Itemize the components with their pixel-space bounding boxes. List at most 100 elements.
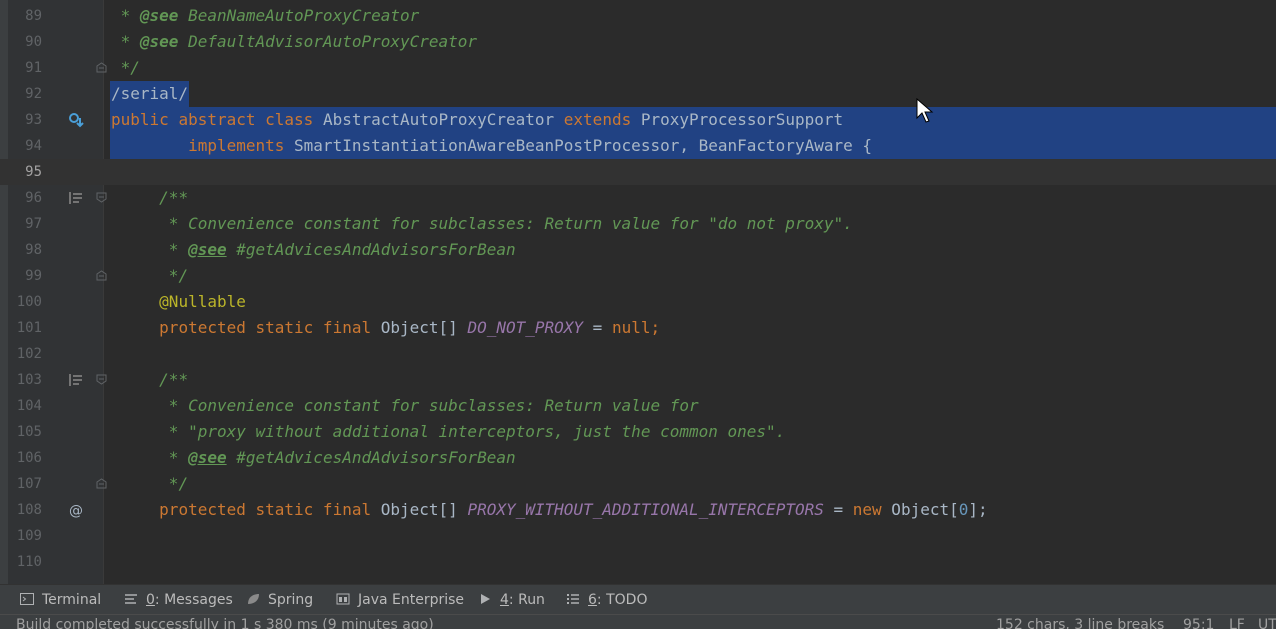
line-code: * @see #getAdvicesAndAdvisorsForBean — [111, 237, 516, 263]
line-number: 102 — [16, 346, 42, 362]
doc-tag: @see — [188, 448, 227, 467]
keyword: protected static final — [159, 500, 372, 519]
spring-tab[interactable]: Spring — [246, 585, 313, 615]
line-separator[interactable]: LF — [1229, 615, 1245, 629]
tab-label: Terminal — [42, 592, 102, 608]
line-number: 109 — [16, 528, 42, 544]
annotation: @Nullable — [159, 292, 246, 311]
line-number: 101 — [16, 320, 42, 336]
field-name: DO_NOT_PROXY — [467, 318, 584, 337]
line-code: public abstract class AbstractAutoProxyC… — [111, 107, 843, 133]
number-literal: 0 — [958, 500, 969, 519]
line-number: 97 — [25, 216, 42, 232]
code-line[interactable]: 101 protected static final Object[] DO_N… — [0, 315, 1276, 341]
status-bar: Build completed successfully in 1 s 380 … — [0, 614, 1276, 629]
code-editor[interactable]: 89 * @see BeanNameAutoProxyCreator 90 * … — [0, 0, 1276, 584]
java-enterprise-tab[interactable]: Java Enterprise — [336, 585, 464, 615]
todo-icon — [567, 594, 579, 604]
render-doc-icon[interactable] — [68, 190, 84, 206]
field-name: PROXY_WITHOUT_ADDITIONAL_INTERCEPTORS — [467, 500, 824, 519]
keyword: implements — [188, 136, 285, 155]
svg-text:@: @ — [69, 503, 83, 518]
line-number: 104 — [16, 398, 42, 414]
code-line[interactable]: 94 implements SmartInstantiationAwareBea… — [0, 133, 1276, 159]
line-code: * @see DefaultAdvisorAutoProxyCreator — [111, 29, 477, 55]
code-line[interactable]: 100 @Nullable — [0, 289, 1276, 315]
doc-text: * — [159, 448, 189, 467]
doc-tag: @see — [139, 32, 179, 51]
line-code: */ — [111, 471, 188, 497]
doc-text: * Convenience constant for subclasses: R… — [159, 214, 853, 233]
fold-start-icon[interactable] — [96, 374, 107, 385]
code-line[interactable]: 92 /serial/ — [0, 81, 1276, 107]
tab-label: : Messages — [154, 592, 233, 608]
line-number: 107 — [16, 476, 42, 492]
navigate-subclasses-icon[interactable] — [68, 112, 84, 128]
doc-text: * Convenience constant for subclasses: R… — [159, 396, 699, 415]
code-line[interactable]: 103 /** — [0, 367, 1276, 393]
run-tab[interactable]: 4: Run — [478, 585, 545, 615]
keyword: abstract — [178, 110, 256, 129]
class-name: AbstractAutoProxyCreator — [322, 110, 555, 129]
line-code: implements SmartInstantiationAwareBeanPo… — [111, 133, 872, 159]
code-line[interactable]: 109 — [0, 523, 1276, 549]
code-line[interactable]: 104 * Convenience constant for subclasse… — [0, 393, 1276, 419]
messages-tab[interactable]: 0: Messages — [124, 585, 233, 615]
doc-text: /** — [159, 188, 189, 207]
tool-window-bar: Terminal 0: Messages Spring Java Enterpr… — [0, 584, 1276, 615]
code-line[interactable]: 108 @ protected static final Object[] PR… — [0, 497, 1276, 523]
code-line[interactable]: 105 * "proxy without additional intercep… — [0, 419, 1276, 445]
at-sign-icon[interactable]: @ — [68, 502, 84, 518]
todo-tab[interactable]: 6: TODO — [566, 585, 647, 615]
doc-text: #getAdvicesAndAdvisorsForBean — [226, 240, 516, 259]
doc-tag: @see — [188, 240, 227, 259]
code-line[interactable]: 98 * @see #getAdvicesAndAdvisorsForBean — [0, 237, 1276, 263]
line-number: 92 — [25, 86, 42, 102]
code-line[interactable]: 110 — [0, 549, 1276, 575]
doc-text: DefaultAdvisorAutoProxyCreator — [178, 32, 478, 51]
code-line[interactable]: 93 public abstract class AbstractAutoPro… — [0, 107, 1276, 133]
code-line[interactable]: 107 */ — [0, 471, 1276, 497]
spring-leaf-icon — [248, 594, 259, 604]
code-line[interactable]: 106 * @see #getAdvicesAndAdvisorsForBean — [0, 445, 1276, 471]
status-message[interactable]: Build completed successfully in 1 s 380 … — [16, 615, 434, 629]
tab-shortcut: 6 — [588, 592, 597, 608]
code-line[interactable]: 90 * @see DefaultAdvisorAutoProxyCreator — [0, 29, 1276, 55]
render-doc-icon[interactable] — [68, 372, 84, 388]
run-icon — [481, 594, 490, 604]
line-number: 90 — [25, 34, 42, 50]
code-line[interactable]: 89 * @see BeanNameAutoProxyCreator — [0, 3, 1276, 29]
line-code: * Convenience constant for subclasses: R… — [111, 393, 699, 419]
fold-end-icon[interactable] — [96, 62, 107, 73]
tab-shortcut: 4 — [500, 592, 509, 608]
selection-info: 152 chars, 3 line breaks — [996, 617, 1165, 629]
fold-start-icon[interactable] — [96, 192, 107, 203]
line-number: 93 — [25, 112, 42, 128]
class-name: ProxyProcessorSupport — [640, 110, 844, 129]
doc-text: * "proxy without additional interceptors… — [159, 422, 786, 441]
keyword: extends — [563, 110, 632, 129]
code-line[interactable]: 91 */ — [0, 55, 1276, 81]
code-line-current[interactable]: 95 — [0, 159, 1276, 185]
line-code: * @see BeanNameAutoProxyCreator — [111, 3, 420, 29]
code-line[interactable]: 96 /** — [0, 185, 1276, 211]
terminal-tab[interactable]: Terminal — [20, 585, 101, 615]
line-number: 89 — [25, 8, 42, 24]
code-line[interactable]: 97 * Convenience constant for subclasses… — [0, 211, 1276, 237]
code-line[interactable]: 99 */ — [0, 263, 1276, 289]
doc-text: * — [111, 32, 140, 51]
file-encoding[interactable]: UT — [1258, 615, 1276, 629]
java-enterprise-icon — [336, 593, 350, 605]
fold-end-icon[interactable] — [96, 478, 107, 489]
line-code: * @see #getAdvicesAndAdvisorsForBean — [111, 445, 516, 471]
code-line[interactable]: 102 — [0, 341, 1276, 367]
line-code: /** — [111, 185, 188, 211]
fold-end-icon[interactable] — [96, 270, 107, 281]
type-name: Object[] — [380, 318, 458, 337]
type-name: Object[] — [380, 500, 458, 519]
caret-position[interactable]: 95:1 — [1183, 615, 1214, 629]
line-number: 96 — [25, 190, 42, 206]
doc-text: #getAdvicesAndAdvisorsForBean — [226, 448, 516, 467]
terminal-icon — [20, 593, 34, 605]
interface-list: SmartInstantiationAwareBeanPostProcessor… — [294, 136, 872, 155]
